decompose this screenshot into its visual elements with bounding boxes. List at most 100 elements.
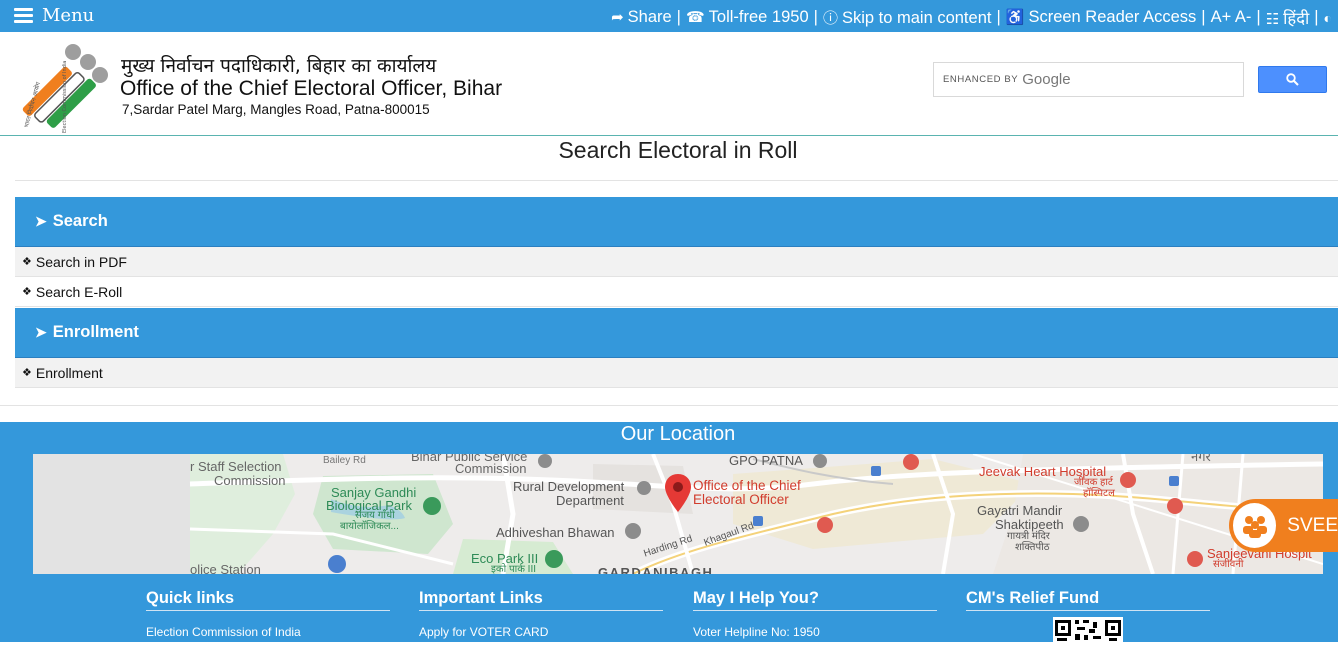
search-in-pdf-link[interactable]: ❖ Search in PDF (15, 247, 1338, 277)
search-placeholder-enhanced: ENHANCED BY (943, 74, 1019, 85)
map-label-gayatri-hindi-2: शक्तिपीठ (1015, 542, 1050, 553)
map-label-gpo: GPO PATNA (729, 454, 803, 468)
arrow-right-icon: ➤ (35, 324, 47, 340)
map-transit-icon (753, 516, 763, 526)
top-links: ➦ Share | ☎ Toll-free 1950 | ⓘ Skip to main… (611, 6, 1332, 29)
map-park-icon (545, 550, 563, 568)
tollfree-link[interactable]: ☎ Toll-free 1950 (686, 8, 809, 27)
map-label-staff-selection: r Staff Selection (190, 459, 282, 474)
map-building-icon (637, 481, 651, 495)
panel-title: Search (52, 212, 108, 230)
map-label-nagar: नगर (1191, 454, 1211, 464)
office-address: 7,Sardar Patel Marg, Mangles Road, Patna… (122, 102, 430, 117)
map-label-ceo-office: Office of the Chief (693, 478, 801, 493)
info-icon: ⓘ (822, 10, 838, 27)
search-input[interactable]: ENHANCED BY Google (933, 62, 1244, 97)
svee-floating-button[interactable]: SVEE (1229, 499, 1338, 552)
svee-label: SVEE (1287, 514, 1338, 536)
list-item-label: Search E-Roll (35, 283, 123, 300)
phone-icon: ☎ (685, 9, 705, 26)
diamond-bullet-icon: ❖ (22, 367, 32, 379)
top-bar: Menu ➦ Share | ☎ Toll-free 1950 | ⓘ Skip to… (0, 0, 1338, 32)
hindi-link[interactable]: ☷ हिंदी (1266, 6, 1310, 29)
separator: | (813, 8, 818, 26)
footer-link[interactable]: Voter Helpline No: 1950 (693, 625, 937, 639)
map-label-bpsc-2: Commission (455, 461, 527, 476)
map-label-gayatri-hindi: गायत्री मंदिर (1007, 531, 1050, 542)
contrast-toggle-icon[interactable]: ◐ (1324, 10, 1332, 26)
separator: | (1201, 8, 1206, 26)
map-label-jeevak-hindi: जीवक हार्ट (1074, 477, 1113, 488)
separator: | (676, 8, 681, 26)
translate-icon: ☷ (1265, 11, 1280, 28)
map-label-gayatri: Gayatri Mandir (977, 503, 1063, 518)
footer-link[interactable]: Election Commission of India (146, 625, 390, 639)
map-label-bailey-rd: Bailey Rd (323, 455, 366, 466)
page-title: Search Electoral in Roll (558, 137, 798, 163)
enrollment-link[interactable]: ❖ Enrollment (15, 358, 1338, 388)
search-panel-header[interactable]: ➤ Search (15, 197, 1338, 247)
search-icon (1286, 73, 1299, 86)
menu-button[interactable]: Menu (14, 5, 94, 26)
map-label-adhiveshan: Adhiveshan Bhawan (496, 525, 615, 540)
office-title-hindi: मुख्य निर्वाचन पदाधिकारी, बिहार का कार्य… (121, 55, 437, 77)
map-hospital-icon (903, 454, 919, 470)
office-title-english: Office of the Chief Electoral Officer, B… (120, 77, 503, 100)
diamond-bullet-icon: ❖ (22, 286, 32, 298)
separator: | (1314, 8, 1319, 26)
separator: | (996, 8, 1001, 26)
svee-people-icon (1233, 503, 1277, 548)
map-label-rural-dev: Rural Development (513, 479, 625, 494)
font-size-controls[interactable]: A+ A- (1211, 8, 1252, 27)
map-label-rural-dev-2: Department (556, 493, 624, 508)
important-links-column: Important Links Apply for VOTER CARD (419, 589, 663, 639)
share-link[interactable]: ➦ Share (611, 8, 672, 27)
relief-fund-column: CM's Relief Fund (966, 589, 1210, 611)
map-hospital-icon (1120, 472, 1136, 488)
diamond-bullet-icon: ❖ (22, 256, 32, 268)
map-transit-icon (1169, 476, 1179, 486)
search-e-roll-link[interactable]: ❖ Search E-Roll (15, 277, 1338, 307)
help-heading: May I Help You? (693, 589, 937, 611)
map-label-sanjeevani-hindi: संजीवनी (1213, 559, 1244, 570)
search-placeholder-google: Google (1022, 71, 1071, 88)
quick-links-column: Quick links Election Commission of India (146, 589, 390, 639)
list-item-label: Enrollment (35, 364, 103, 381)
map-label-ceo-office-2: Electoral Officer (693, 492, 789, 507)
important-links-heading: Important Links (419, 589, 663, 611)
separator: | (1256, 8, 1261, 26)
enrollment-panel-header[interactable]: ➤ Enrollment (15, 308, 1338, 358)
map-label-police: olice Station (190, 562, 261, 574)
location-map[interactable]: r Staff Selection Commission Bailey Rd B… (33, 454, 1323, 574)
eci-logo[interactable]: भारत निर्वाचन आयोग Election Commission o… (22, 40, 114, 135)
panel-title: Enrollment (52, 323, 139, 341)
footer-link[interactable]: Apply for VOTER CARD (419, 625, 663, 639)
share-icon: ➦ (611, 9, 624, 26)
map-label-eco-park-hindi: इको पार्क III (491, 564, 537, 575)
map-label-sanjay-hindi-2: बायोलॉजिकल... (340, 521, 399, 532)
map-pin-icon (665, 474, 691, 512)
map-label-jeevak-hindi-2: हॉस्पिटल (1083, 488, 1115, 499)
map-hospital-icon (1167, 498, 1183, 514)
map-transit-icon (871, 466, 881, 476)
map-label-gardanibagh: GARDANIBAGH (598, 565, 714, 574)
arrow-right-icon: ➤ (35, 213, 47, 229)
list-item-label: Search in PDF (35, 253, 127, 270)
location-title: Our Location (620, 423, 736, 445)
map-hospital-icon (1187, 551, 1203, 567)
svg-text:Election Commission of India: Election Commission of India (62, 61, 68, 133)
map-temple-icon (1073, 516, 1089, 532)
map-building-icon (538, 454, 552, 468)
menu-label: Menu (42, 5, 95, 26)
map-mail-icon (813, 454, 827, 468)
map-label-staff-selection-2: Commission (214, 473, 286, 488)
divider (0, 405, 1338, 406)
hamburger-icon (14, 8, 33, 23)
qr-code-image[interactable] (1053, 617, 1123, 642)
screen-reader-link[interactable]: ♿ Screen Reader Access (1006, 8, 1197, 27)
divider (15, 180, 1338, 181)
search-button[interactable] (1258, 66, 1327, 93)
skip-link[interactable]: ⓘ Skip to main content (823, 7, 992, 28)
map-airport-icon (328, 555, 346, 573)
help-column: May I Help You? Voter Helpline No: 1950 (693, 589, 937, 639)
